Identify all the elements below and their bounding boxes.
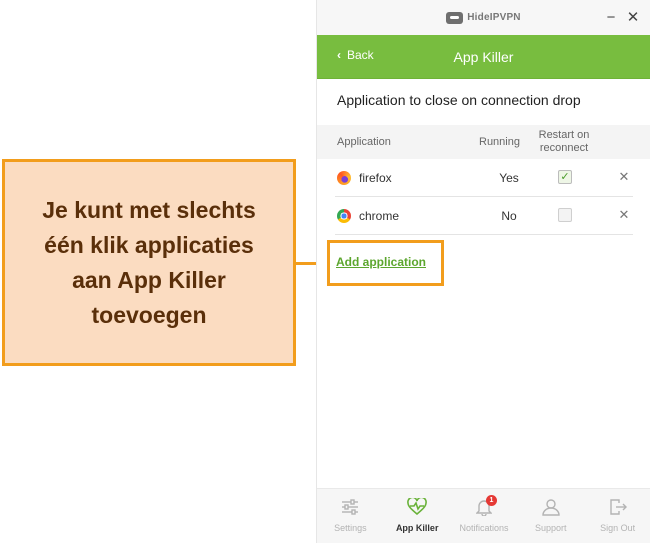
- annotation-callout: Je kunt met slechts één klik applicaties…: [2, 159, 296, 366]
- column-header-running: Running: [479, 136, 520, 148]
- checkmark-icon: ✓: [560, 170, 570, 183]
- page-header: ‹ Back App Killer: [317, 35, 650, 79]
- nav-item-app-killer[interactable]: App Killer: [384, 489, 451, 543]
- app-name: firefox: [359, 171, 392, 185]
- nav-label: Sign Out: [600, 523, 636, 533]
- app-name: chrome: [359, 209, 400, 223]
- nav-item-support[interactable]: Support: [517, 489, 584, 543]
- chrome-icon: [337, 209, 351, 223]
- remove-app-button-chrome[interactable]: ✕: [617, 207, 631, 223]
- nav-item-settings[interactable]: Settings: [317, 489, 384, 543]
- app-table: Application Running Restart on reconnect…: [317, 125, 650, 235]
- settings-sliders-icon: [340, 497, 360, 517]
- nav-label: Support: [535, 523, 567, 533]
- back-label: Back: [347, 48, 374, 62]
- back-button[interactable]: ‹ Back: [337, 48, 374, 62]
- table-row-firefox: firefox Yes ✓ ✕: [335, 159, 633, 197]
- running-status: No: [501, 209, 517, 223]
- annotation-text: Je kunt met slechts één klik applicaties…: [42, 196, 256, 328]
- section-title: Application to close on connection drop: [337, 92, 581, 108]
- restart-checkbox-chrome[interactable]: [558, 208, 572, 222]
- heart-pulse-icon: [407, 497, 428, 517]
- user-icon: [541, 497, 561, 517]
- restart-checkbox-firefox[interactable]: ✓: [558, 170, 572, 184]
- sign-out-icon: [608, 497, 628, 517]
- app-window: HideIPVPN − ✕ ‹ Back App Killer Applicat…: [316, 0, 650, 543]
- nav-label: App Killer: [395, 523, 439, 533]
- nav-label: Notifications: [459, 523, 509, 533]
- close-window-button[interactable]: ✕: [624, 8, 642, 26]
- app-logo: HideIPVPN: [446, 11, 521, 24]
- logo-text: HideIPVPN: [467, 12, 521, 23]
- column-header-restart: Restart on reconnect: [538, 129, 590, 154]
- table-header: Application Running Restart on reconnect: [317, 125, 650, 159]
- logo-mark-icon: [446, 11, 464, 24]
- add-application-link[interactable]: Add application: [336, 255, 426, 269]
- chevron-left-icon: ‹: [337, 48, 341, 62]
- nav-item-sign-out[interactable]: Sign Out: [584, 489, 650, 543]
- column-header-application: Application: [337, 136, 391, 148]
- remove-app-button-firefox[interactable]: ✕: [617, 169, 631, 185]
- nav-item-notifications[interactable]: 1 Notifications: [451, 489, 518, 543]
- firefox-icon: [337, 171, 351, 185]
- nav-label: Settings: [334, 523, 367, 533]
- page-title: App Killer: [453, 48, 514, 65]
- title-bar: HideIPVPN − ✕: [317, 0, 650, 35]
- bottom-nav: Settings App Killer 1 Notifications Supp…: [317, 488, 650, 543]
- notification-badge: 1: [485, 495, 497, 506]
- running-status: Yes: [499, 171, 519, 185]
- minimize-button[interactable]: −: [602, 8, 620, 26]
- table-row-chrome: chrome No ✕: [335, 197, 633, 235]
